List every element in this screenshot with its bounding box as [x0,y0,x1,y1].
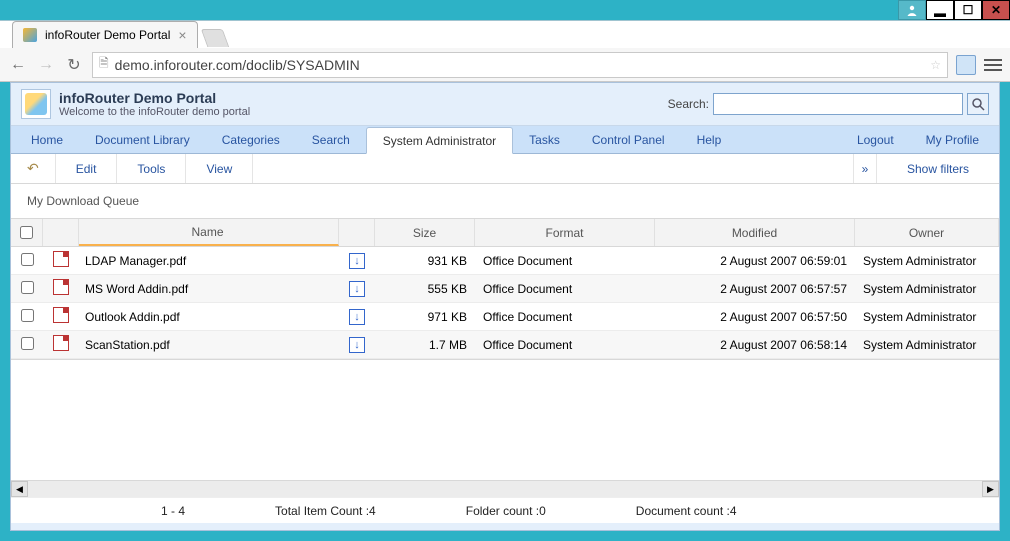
cell-size: 971 KB [375,310,475,324]
page-subtitle: Welcome to the infoRouter demo portal [59,106,250,118]
cell-owner: System Administrator [855,310,999,324]
cell-size: 1.7 MB [375,338,475,352]
row-checkbox[interactable] [21,281,34,294]
browser-tab[interactable]: infoRouter Demo Portal × [12,21,198,48]
view-menu[interactable]: View [186,154,253,183]
row-checkbox[interactable] [21,309,34,322]
show-filters-button[interactable]: Show filters [877,154,999,183]
cell-name: LDAP Manager.pdf [79,254,339,268]
table-row[interactable]: ScanStation.pdf ↓ 1.7 MBOffice Document2 A… [11,331,999,359]
cell-modified: 2 August 2007 06:57:57 [655,282,855,296]
pdf-icon [53,307,69,323]
edit-menu[interactable]: Edit [56,154,118,183]
reload-button[interactable]: ↻ [64,55,84,75]
nav-home[interactable]: Home [15,126,79,153]
maximize-button[interactable]: ☐ [954,0,982,20]
tab-title: infoRouter Demo Portal [45,28,170,42]
app-logo [21,89,51,119]
user-icon[interactable] [898,0,926,20]
search-button[interactable] [967,93,989,115]
nav-logout[interactable]: Logout [841,126,910,153]
table-row[interactable]: LDAP Manager.pdf ↓ 931 KBOffice Document2 … [11,247,999,275]
section-title: My Download Queue [11,184,999,218]
select-all-checkbox[interactable] [20,226,33,239]
cell-format: Office Document [475,254,655,268]
cell-format: Office Document [475,338,655,352]
table-row[interactable]: MS Word Addin.pdf ↓ 555 KBOffice Document2… [11,275,999,303]
nav-help[interactable]: Help [681,126,738,153]
cell-size: 931 KB [375,254,475,268]
search-label: Search: [668,97,709,111]
nav-my-profile[interactable]: My Profile [910,126,995,153]
undo-icon[interactable]: ↶ [11,154,56,183]
col-name[interactable]: Name [79,219,339,246]
cell-owner: System Administrator [855,338,999,352]
download-icon[interactable]: ↓ [349,337,365,353]
nav-search[interactable]: Search [296,126,366,153]
scroll-left-button[interactable]: ◀ [11,481,28,497]
cell-owner: System Administrator [855,254,999,268]
cell-format: Office Document [475,282,655,296]
scroll-right-button[interactable]: ▶ [982,481,999,497]
url-text: demo.inforouter.com/doclib/SYSADMIN [115,57,360,73]
tab-close-icon[interactable]: × [178,27,186,43]
status-folders: Folder count :0 [466,504,546,518]
nav-control-panel[interactable]: Control Panel [576,126,681,153]
col-format[interactable]: Format [475,219,655,246]
col-download [339,219,375,246]
row-checkbox[interactable] [21,337,34,350]
page-title: infoRouter Demo Portal [59,90,250,106]
pdf-icon [53,251,69,267]
cell-owner: System Administrator [855,282,999,296]
bookmark-icon[interactable]: ☆ [930,58,941,72]
nav-tasks[interactable]: Tasks [513,126,576,153]
cell-modified: 2 August 2007 06:57:50 [655,310,855,324]
col-modified[interactable]: Modified [655,219,855,246]
row-checkbox[interactable] [21,253,34,266]
pdf-icon [53,335,69,351]
status-docs: Document count :4 [636,504,737,518]
col-owner[interactable]: Owner [855,219,999,246]
back-button[interactable]: ← [8,55,28,75]
tab-favicon [23,28,37,42]
cell-modified: 2 August 2007 06:58:14 [655,338,855,352]
col-icon [43,219,79,246]
scrollbar-track[interactable] [28,481,982,497]
table-row[interactable]: Outlook Addin.pdf ↓ 971 KBOffice Document2… [11,303,999,331]
page-icon: 🗎 [99,54,109,75]
download-icon[interactable]: ↓ [349,253,365,269]
nav-document-library[interactable]: Document Library [79,126,206,153]
cell-modified: 2 August 2007 06:59:01 [655,254,855,268]
download-icon[interactable]: ↓ [349,309,365,325]
cell-name: MS Word Addin.pdf [79,282,339,296]
cell-name: Outlook Addin.pdf [79,310,339,324]
address-bar[interactable]: 🗎 demo.inforouter.com/doclib/SYSADMIN ☆ [92,52,948,78]
chrome-menu-icon[interactable] [984,59,1002,71]
cell-name: ScanStation.pdf [79,338,339,352]
search-input[interactable] [713,93,963,115]
tools-menu[interactable]: Tools [117,154,186,183]
nav-system-administrator[interactable]: System Administrator [366,127,513,154]
cell-format: Office Document [475,310,655,324]
chevron-down-icon[interactable]: » [853,154,877,183]
col-size[interactable]: Size [375,219,475,246]
nav-categories[interactable]: Categories [206,126,296,153]
pdf-icon [53,279,69,295]
minimize-button[interactable]: ▬ [926,0,954,20]
status-range: 1 - 4 [161,504,185,518]
download-icon[interactable]: ↓ [349,281,365,297]
close-button[interactable]: ✕ [982,0,1010,20]
new-tab-button[interactable] [200,29,229,47]
extension-icon[interactable] [956,55,976,75]
forward-button[interactable]: → [36,55,56,75]
status-total: Total Item Count :4 [275,504,376,518]
cell-size: 555 KB [375,282,475,296]
